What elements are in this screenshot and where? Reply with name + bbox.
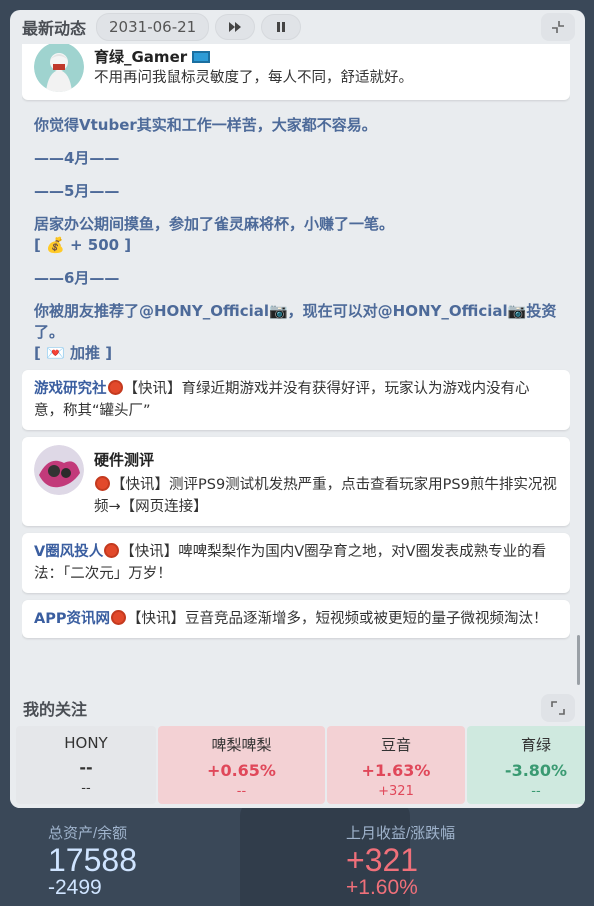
panel-title: 最新动态 [22, 19, 87, 38]
feed-scrollbar[interactable] [577, 635, 580, 685]
assets-summary: 总资产/余额 17588 -2499 [48, 822, 137, 899]
stock-sub: +321 [378, 784, 414, 799]
news-tag: 【快讯】 [126, 611, 185, 627]
avatar [34, 44, 84, 92]
expand-icon [551, 701, 565, 715]
month-divider: ——4月—— [34, 149, 120, 167]
news-panel: 最新动态 2031-06-21 育绿_Gamer 不用再问我鼠标灵敏度了，每人不… [10, 10, 585, 808]
stock-change: +1.63% [361, 761, 431, 780]
follow-action[interactable]: [ 💌 加推 ] [34, 343, 558, 364]
collapse-icon [552, 21, 564, 33]
monthly-income: +321 [346, 842, 419, 878]
news-source[interactable]: APP资讯网 [34, 611, 110, 627]
stock-card[interactable]: 豆音 +1.63% +321 [327, 726, 465, 804]
assets-label: 总资产/余额 [48, 825, 128, 842]
panel-header: 最新动态 2031-06-21 [10, 10, 585, 44]
income-label: 上月收益/涨跌幅 [346, 825, 456, 842]
monitor-icon [192, 51, 211, 63]
stock-card[interactable]: HONY -- -- [16, 726, 156, 804]
post-text: 不用再问我鼠标灵敏度了，每人不同，舒适就好。 [94, 70, 413, 86]
fast-forward-icon [229, 22, 242, 32]
alert-dot-icon [95, 476, 110, 491]
news-source[interactable]: V圈风投人 [34, 544, 103, 560]
news-tag: 【快讯】 [123, 381, 182, 397]
following-section: 我的关注 HONY -- -- 啤梨啤梨 +0.65% -- 豆音 +1.63%… [10, 690, 585, 808]
date-display: 2031-06-21 [96, 13, 210, 41]
event-line: 你觉得Vtuber其实和工作一样苦，大家都不容易。 [34, 116, 377, 134]
reward-line: [ 💰 + 500 ] [34, 236, 132, 254]
pause-button[interactable] [261, 14, 302, 40]
news-card[interactable]: 硬件测评 【快讯】测评PS9测试机发热严重，点击查看玩家用PS9煎牛排实况视频→… [22, 437, 570, 526]
total-assets: 17588 [48, 842, 137, 878]
stock-change: -3.80% [504, 761, 568, 780]
stock-list: HONY -- -- 啤梨啤梨 +0.65% -- 豆音 +1.63% +321… [16, 726, 585, 804]
alert-dot-icon [104, 543, 120, 558]
income-summary: 上月收益/涨跌幅 +321 +1.60% [346, 822, 455, 899]
stock-sub: -- [531, 784, 541, 799]
news-feed[interactable]: 育绿_Gamer 不用再问我鼠标灵敏度了，每人不同，舒适就好。 你觉得Vtube… [22, 44, 570, 686]
news-card[interactable]: APP资讯网 【快讯】豆音竞品逐渐增多，短视频或被更短的量子微视频淘汰！ [22, 600, 570, 638]
post-card[interactable]: 育绿_Gamer 不用再问我鼠标灵敏度了，每人不同，舒适就好。 [22, 44, 570, 100]
event-line: 居家办公期间摸鱼，参加了雀灵麻将杯，小赚了一笔。 [34, 215, 395, 233]
fast-forward-button[interactable] [215, 14, 256, 40]
news-source[interactable]: 硬件测评 [94, 449, 558, 470]
post-author: 育绿_Gamer [94, 48, 188, 66]
news-text: 豆音竞品逐渐增多，短视频或被更短的量子微视频淘汰！ [184, 611, 548, 627]
collapse-button[interactable] [541, 13, 575, 41]
news-tag: 【快讯】 [111, 477, 169, 493]
stock-sub: -- [236, 784, 247, 799]
stock-change: +0.65% [207, 761, 276, 780]
stock-name: 育绿 [520, 736, 551, 754]
following-title: 我的关注 [23, 700, 88, 719]
stock-card[interactable]: 啤梨啤梨 +0.65% -- [158, 726, 325, 804]
stock-card[interactable]: 育绿 -3.80% -- [467, 726, 585, 804]
alert-dot-icon [107, 380, 123, 395]
news-tag: 【快讯】 [120, 544, 179, 560]
expand-button[interactable] [541, 694, 575, 722]
month-divider: ——5月—— [34, 182, 120, 200]
avatar [34, 445, 84, 495]
stock-change: -- [79, 758, 93, 777]
stock-sub: -- [81, 781, 91, 796]
balance: -2499 [48, 876, 102, 899]
event-line: 你被朋友推荐了@HONY_Official📷，现在可以对@HONY_Offici… [34, 302, 557, 341]
month-divider: ——6月—— [34, 269, 120, 287]
stock-name: HONY [64, 734, 108, 752]
stock-name: 豆音 [380, 736, 411, 754]
alert-dot-icon [110, 610, 126, 625]
pause-icon [277, 22, 286, 32]
news-card[interactable]: V圈风投人 【快讯】啤啤梨梨作为国内V圈孕育之地，对V圈发表成熟专业的看法：「二次… [22, 533, 570, 593]
news-source[interactable]: 游戏研究社 [34, 381, 107, 397]
event-log: 你觉得Vtuber其实和工作一样苦，大家都不容易。 ——4月—— ——5月—— … [22, 107, 570, 364]
news-card[interactable]: 游戏研究社 【快讯】育绿近期游戏并没有获得好评，玩家认为游戏内没有心意，称其“罐头… [22, 370, 570, 430]
stock-name: 啤梨啤梨 [211, 736, 272, 754]
income-percent: +1.60% [346, 876, 418, 899]
